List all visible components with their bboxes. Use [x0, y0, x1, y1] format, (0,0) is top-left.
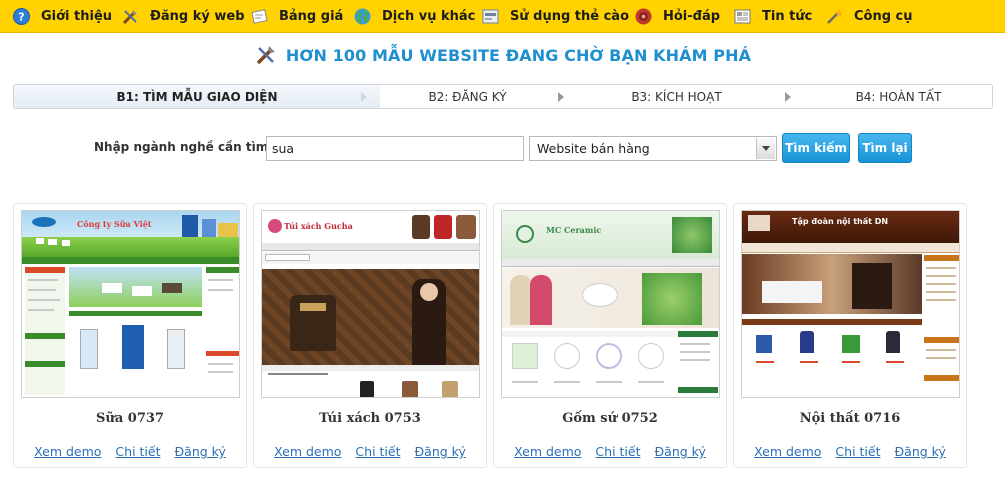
template-card: Túi xách Gucha Túi xách 0753 Xem demo Ch…	[253, 203, 487, 468]
nav-label: Tin tức	[762, 9, 813, 24]
site-title: Tập đoàn nội thất DN	[792, 217, 889, 226]
tools-icon	[121, 7, 140, 26]
register-link[interactable]: Đăng ký	[174, 444, 225, 459]
progress-steps: B1: TÌM MẪU GIAO DIỆN B2: ĐĂNG KÝ B3: KÍ…	[13, 84, 993, 109]
chevron-down-icon[interactable]	[756, 138, 775, 159]
view-demo-link[interactable]: Xem demo	[274, 444, 341, 459]
nav-label: Sử dụng thẻ cào	[510, 9, 630, 24]
step-label: B4: HOÀN TẤT	[855, 89, 942, 104]
view-demo-link[interactable]: Xem demo	[514, 444, 581, 459]
nav-label: Dịch vụ khác	[382, 9, 476, 24]
step-1: B1: TÌM MẪU GIAO DIỆN	[14, 85, 380, 108]
magic-wand-icon	[825, 7, 844, 26]
tools-icon	[256, 46, 275, 65]
template-name: Gốm sứ 0752	[562, 411, 658, 426]
detail-link[interactable]: Chi tiết	[595, 444, 640, 459]
card-actions: Xem demo Chi tiết Đăng ký	[734, 444, 966, 459]
card-actions: Xem demo Chi tiết Đăng ký	[254, 444, 486, 459]
template-thumbnail[interactable]: Tập đoàn nội thất DN	[741, 210, 960, 398]
register-link[interactable]: Đăng ký	[894, 444, 945, 459]
detail-link[interactable]: Chi tiết	[115, 444, 160, 459]
nav-item-hoi-dap[interactable]: Hỏi-đáp	[634, 0, 720, 33]
card-actions: Xem demo Chi tiết Đăng ký	[494, 444, 726, 459]
template-card: Công ty Sữa Việt Sữa 0737 Xem demo Chi t…	[13, 203, 247, 468]
step-label: B1: TÌM MẪU GIAO DIỆN	[116, 89, 278, 104]
category-select[interactable]: Website bán hàng	[529, 136, 777, 161]
headline-text: HƠN 100 MẪU WEBSITE ĐANG CHỜ BẠN KHÁM PH…	[285, 45, 752, 65]
top-navigation: ? Giới thiệu Đăng ký web Bảng giá Dịch v…	[0, 0, 1005, 33]
price-list-icon	[250, 7, 269, 26]
scratch-card-icon	[481, 7, 500, 26]
chevron-right-icon	[361, 92, 367, 102]
nav-item-dich-vu-khac[interactable]: Dịch vụ khác	[353, 0, 475, 33]
site-title: MC Ceramic	[546, 225, 602, 235]
template-card: MC Ceramic Gốm sứ 0752 Xem demo Chi tiết…	[493, 203, 727, 468]
step-label: B3: KÍCH HOẠT	[631, 89, 722, 104]
register-link[interactable]: Đăng ký	[654, 444, 705, 459]
nav-item-bang-gia[interactable]: Bảng giá	[250, 0, 343, 33]
nav-label: Hỏi-đáp	[663, 9, 721, 24]
template-name: Túi xách 0753	[319, 411, 421, 426]
nav-item-dang-ky-web[interactable]: Đăng ký web	[121, 0, 245, 33]
view-demo-link[interactable]: Xem demo	[34, 444, 101, 459]
nav-label: Bảng giá	[279, 9, 344, 24]
template-card: Tập đoàn nội thất DN Nội thất 0716 Xem d…	[733, 203, 967, 468]
nav-item-tin-tuc[interactable]: Tin tức	[733, 0, 812, 33]
help-icon: ?	[12, 7, 31, 26]
register-link[interactable]: Đăng ký	[414, 444, 465, 459]
template-thumbnail[interactable]: Công ty Sữa Việt	[21, 210, 240, 398]
globe-icon	[353, 7, 372, 26]
step-4: B4: HOÀN TẤT	[791, 85, 992, 108]
nav-label: Giới thiệu	[41, 9, 113, 24]
nav-label: Công cụ	[854, 9, 913, 24]
view-demo-link[interactable]: Xem demo	[754, 444, 821, 459]
template-name: Sữa 0737	[96, 411, 164, 426]
template-name: Nội thất 0716	[799, 411, 901, 426]
search-button[interactable]: Tìm kiếm	[782, 133, 850, 163]
nav-item-gioi-thieu[interactable]: ? Giới thiệu	[12, 0, 112, 33]
step-2: B2: ĐĂNG KÝ	[380, 85, 555, 108]
step-label: B2: ĐĂNG KÝ	[428, 89, 507, 104]
card-actions: Xem demo Chi tiết Đăng ký	[14, 444, 246, 459]
site-title: Túi xách Gucha	[284, 221, 353, 231]
search-input[interactable]	[266, 136, 524, 161]
nav-item-su-dung-the-cao[interactable]: Sử dụng thẻ cào	[481, 0, 629, 33]
category-select-value: Website bán hàng	[537, 141, 650, 156]
template-thumbnail[interactable]: MC Ceramic	[501, 210, 720, 398]
step-3: B3: KÍCH HOẠT	[564, 85, 789, 108]
svg-text:?: ?	[18, 11, 24, 24]
nav-item-cong-cu[interactable]: Công cụ	[825, 0, 913, 33]
site-title: Công ty Sữa Việt	[77, 219, 152, 229]
detail-link[interactable]: Chi tiết	[835, 444, 880, 459]
template-thumbnail[interactable]: Túi xách Gucha	[261, 210, 480, 398]
news-icon	[733, 7, 752, 26]
page-headline: HƠN 100 MẪU WEBSITE ĐANG CHỜ BẠN KHÁM PH…	[0, 42, 1005, 68]
search-label: Nhập ngành nghề cần tìm:	[94, 140, 274, 154]
reset-button[interactable]: Tìm lại	[858, 133, 912, 163]
detail-link[interactable]: Chi tiết	[355, 444, 400, 459]
nav-label: Đăng ký web	[150, 9, 245, 24]
qa-icon	[634, 7, 653, 26]
